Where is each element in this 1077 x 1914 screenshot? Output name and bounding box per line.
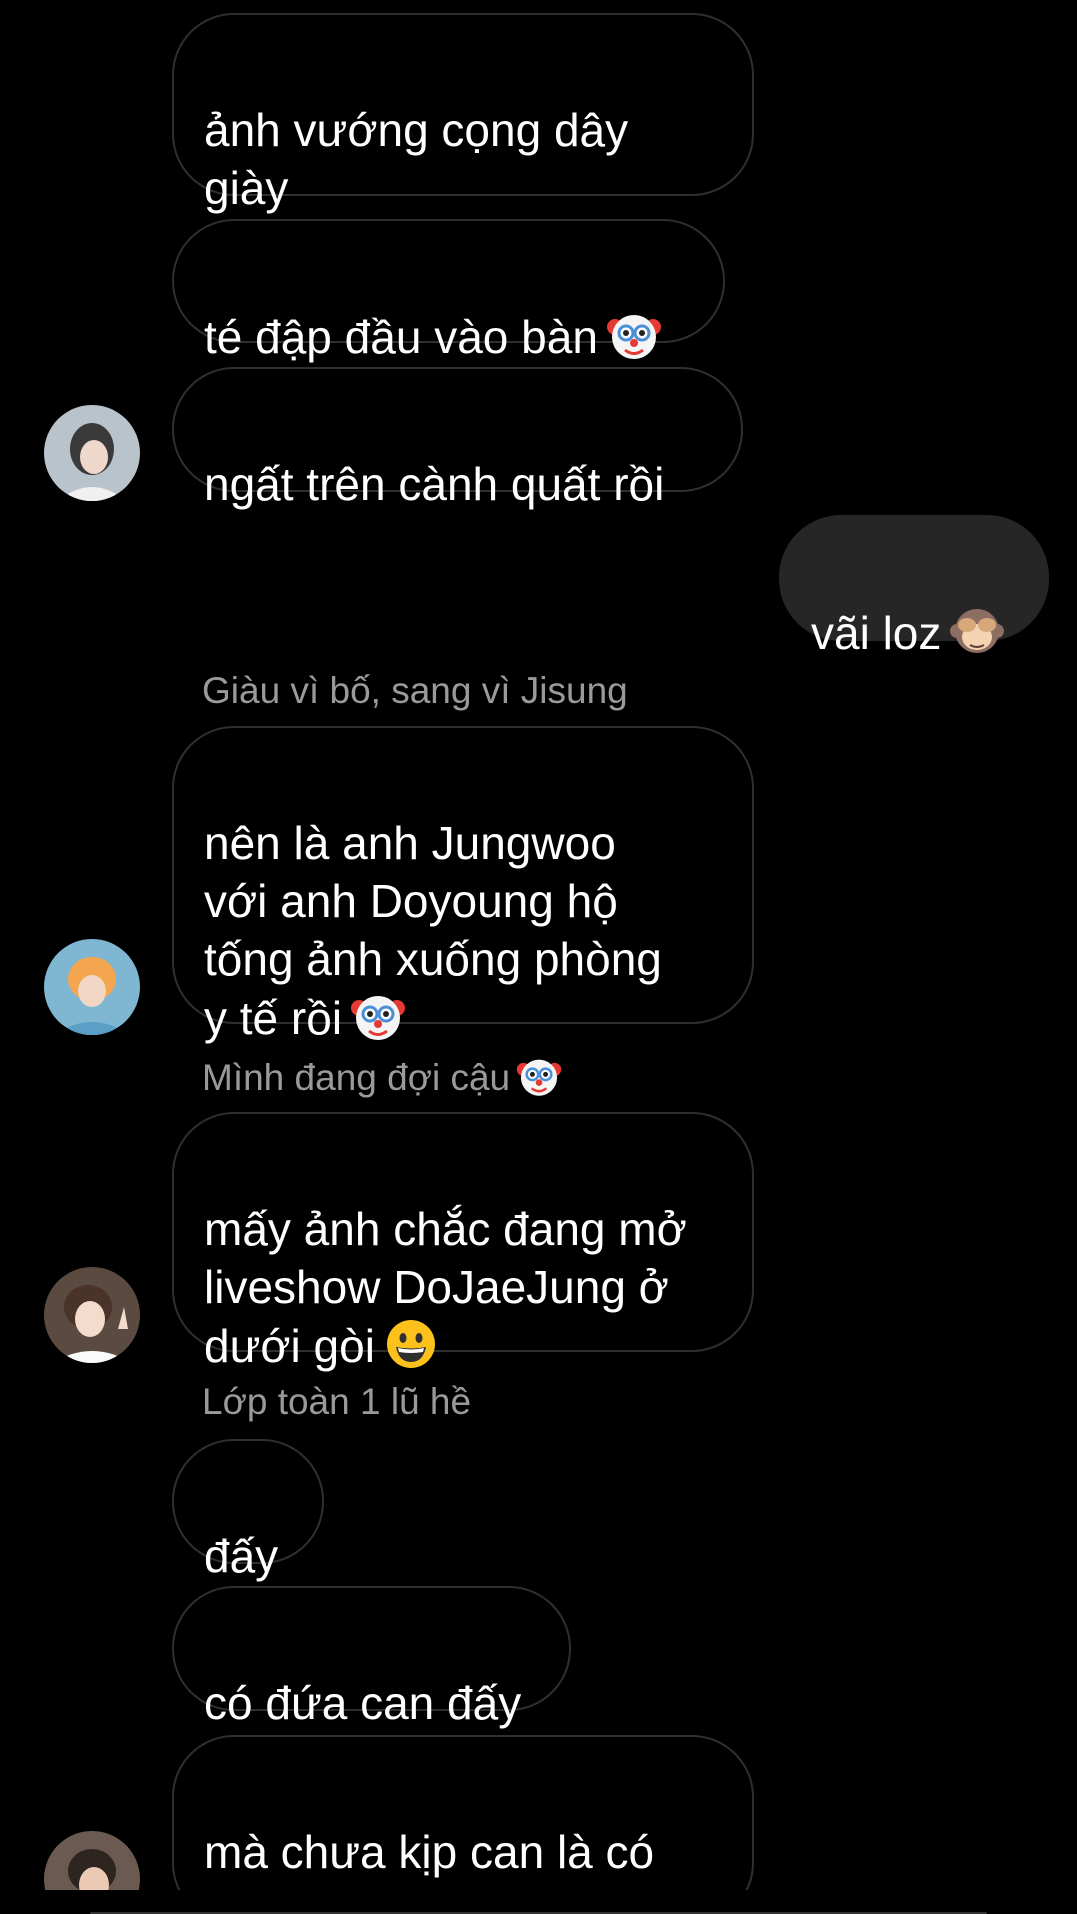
clown-face-icon [606,307,662,363]
message-bubble-incoming[interactable]: ảnh vướng cọng dây giày [172,13,754,214]
clown-face-icon [516,1053,562,1099]
message-bubble-outgoing[interactable]: vãi loz [779,515,1049,659]
message-bubble-incoming[interactable]: ngất trên cành quất rồi [172,367,743,510]
clown-face-icon [350,988,406,1044]
sender-name-text: Giàu vì bố, sang vì Jisung [202,670,628,711]
message-bubble-incoming[interactable]: mấy ảnh chắc đang mở liveshow DoJaeJung … [172,1112,754,1372]
grinning-face-icon [383,1316,439,1372]
message-text: đấy [204,1530,279,1582]
sender-name-text: Mình đang đợi cậu [202,1057,511,1098]
see-no-evil-monkey-icon [949,603,1005,659]
message-bubble-incoming[interactable]: đấy [172,1439,324,1582]
sender-name: Giàu vì bố, sang vì Jisung [202,669,628,713]
avatar[interactable] [44,939,140,1035]
message-bubble-incoming[interactable]: té đập đầu vào bàn [172,219,725,363]
message-bubble-incoming[interactable]: có đứa can đấy [172,1586,571,1729]
message-text: có đứa can đấy [204,1677,522,1729]
message-text: ảnh vướng cọng dây giày [204,104,629,214]
sender-name-text: Lớp toàn 1 lũ hề [202,1381,472,1422]
message-bubble-incoming[interactable]: nên là anh Jungwoo với anh Doyoung hộ tố… [172,726,754,1044]
message-text: vãi loz [811,607,942,659]
message-text: nên là anh Jungwoo với anh Doyoung hộ tố… [204,817,662,1044]
avatar[interactable] [44,405,140,501]
avatar[interactable] [44,1267,140,1363]
sender-name: Lớp toàn 1 lũ hề [202,1380,471,1424]
message-text: té đập đầu vào bàn [204,311,598,363]
composer-edge [0,1890,1077,1914]
message-text: ngất trên cành quất rồi [204,458,665,510]
message-bubble-incoming[interactable]: mà chưa kịp can là có chiện rồi :))) [172,1735,754,1914]
sender-name: Mình đang đợi cậu [202,1053,562,1100]
message-text: mấy ảnh chắc đang mở liveshow DoJaeJung … [204,1203,687,1372]
chat-screen: ảnh vướng cọng dây giày té đập đầu vào b… [0,0,1077,1914]
